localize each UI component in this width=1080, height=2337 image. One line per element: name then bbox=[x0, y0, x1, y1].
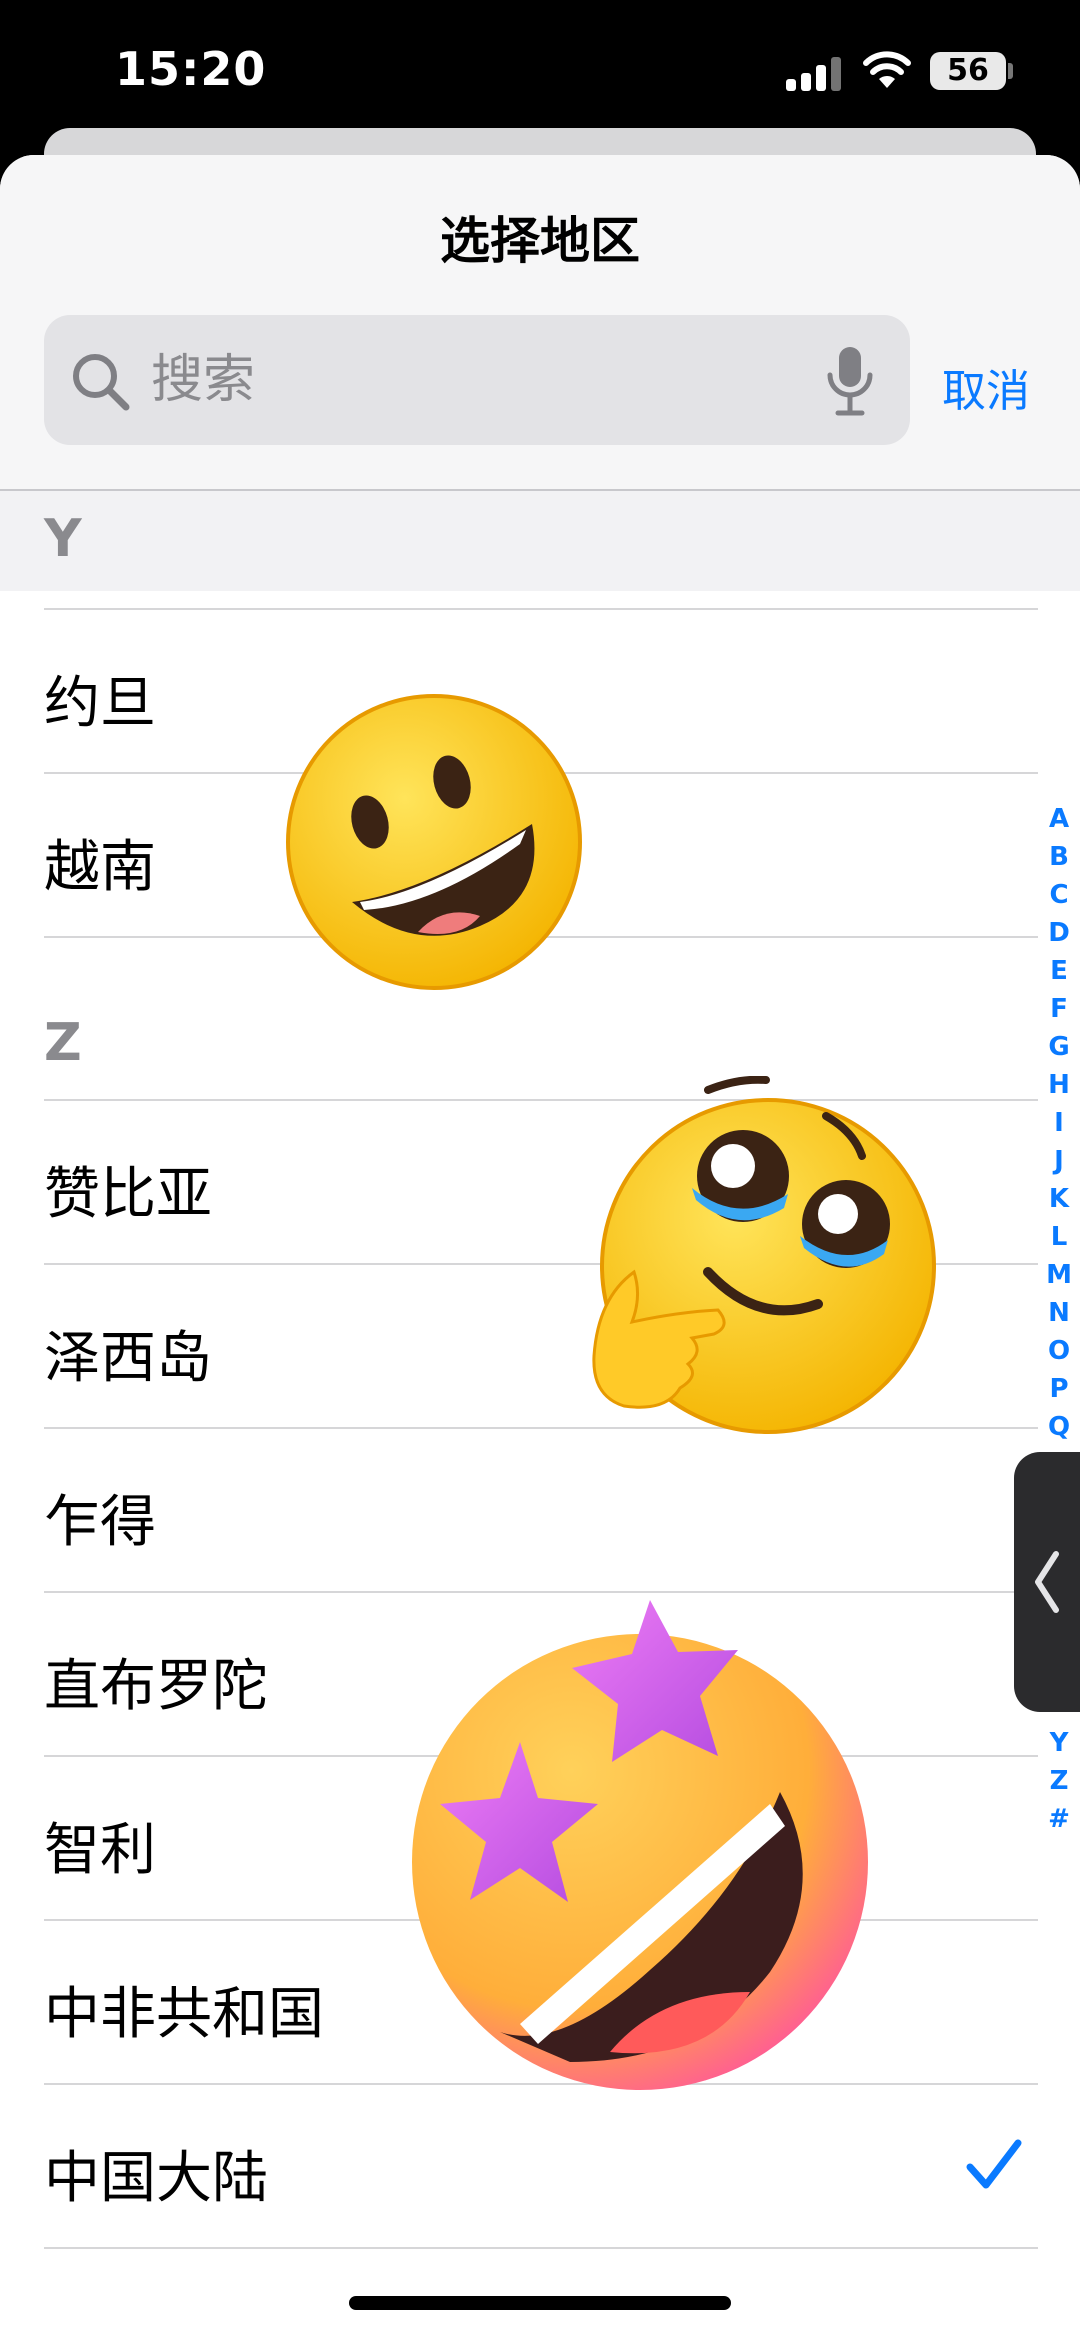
index-letter[interactable]: G bbox=[1042, 1028, 1076, 1066]
index-letter[interactable]: O bbox=[1042, 1332, 1076, 1370]
status-time: 15:20 bbox=[115, 42, 267, 96]
region-name: 智利 bbox=[44, 1818, 156, 1883]
index-letter[interactable]: E bbox=[1042, 952, 1076, 990]
region-name: 乍得 bbox=[44, 1490, 156, 1555]
index-letter[interactable]: H bbox=[1042, 1066, 1076, 1104]
index-letter[interactable]: # bbox=[1042, 1800, 1076, 1838]
index-letter[interactable]: A bbox=[1042, 800, 1076, 838]
side-drawer-handle[interactable] bbox=[1014, 1452, 1080, 1712]
region-name: 越南 bbox=[44, 835, 156, 900]
region-name: 赞比亚 bbox=[44, 1162, 212, 1227]
index-letter[interactable]: D bbox=[1042, 914, 1076, 952]
index-letter[interactable]: B bbox=[1042, 838, 1076, 876]
index-letter[interactable]: I bbox=[1042, 1104, 1076, 1142]
cancel-button[interactable]: 取消 bbox=[942, 355, 1030, 419]
search-bar[interactable] bbox=[44, 315, 910, 445]
search-icon bbox=[73, 354, 130, 411]
sheet-header: 选择地区 取消 bbox=[0, 155, 1080, 489]
section-header-z: Z bbox=[44, 1013, 82, 1073]
battery-tip bbox=[1008, 63, 1013, 79]
wifi-icon bbox=[863, 51, 911, 88]
section-header-y: Y bbox=[0, 491, 1080, 591]
index-letter[interactable]: F bbox=[1042, 990, 1076, 1028]
grinning-face-sticker bbox=[286, 694, 582, 990]
index-letter[interactable]: M bbox=[1042, 1256, 1076, 1294]
divider bbox=[44, 2247, 1038, 2249]
region-name: 泽西岛 bbox=[44, 1326, 212, 1391]
index-letter[interactable]: P bbox=[1042, 1370, 1076, 1408]
index-letter[interactable]: Z bbox=[1042, 1762, 1076, 1800]
index-letter[interactable]: N bbox=[1042, 1294, 1076, 1332]
thinking-teary-face-sticker bbox=[592, 1076, 936, 1434]
region-name: 直布罗陀 bbox=[44, 1654, 268, 1719]
battery-indicator: 56 bbox=[930, 52, 1006, 90]
cellular-signal-icon bbox=[786, 55, 842, 91]
checkmark-icon bbox=[966, 2139, 1022, 2189]
chevron-left-icon bbox=[1035, 1551, 1059, 1613]
index-letter[interactable]: C bbox=[1042, 876, 1076, 914]
region-name: 中非共和国 bbox=[44, 1982, 324, 2047]
list-item-selected[interactable]: 中国大陆 bbox=[44, 2083, 1038, 2247]
region-name: 约旦 bbox=[44, 671, 156, 736]
section-index[interactable]: ABCDEFGHIJKLMNOPQ bbox=[1042, 800, 1076, 1446]
index-letter[interactable]: Y bbox=[1042, 1724, 1076, 1762]
index-letter[interactable]: J bbox=[1042, 1142, 1076, 1180]
section-letter: Y bbox=[44, 509, 82, 569]
region-name: 中国大陆 bbox=[44, 2146, 268, 2211]
index-letter[interactable]: K bbox=[1042, 1180, 1076, 1218]
search-input[interactable] bbox=[149, 343, 753, 417]
microphone-icon[interactable] bbox=[824, 345, 876, 417]
status-bar: 15:20 56 bbox=[0, 0, 1080, 140]
home-indicator[interactable] bbox=[349, 2296, 731, 2310]
section-index-bottom[interactable]: Y Z # bbox=[1042, 1724, 1076, 1838]
list-item[interactable]: 乍得 bbox=[44, 1427, 1038, 1591]
index-letter[interactable]: L bbox=[1042, 1218, 1076, 1256]
sheet-title: 选择地区 bbox=[440, 212, 640, 270]
star-struck-face-sticker bbox=[412, 1600, 868, 2090]
index-letter[interactable]: Q bbox=[1042, 1408, 1076, 1446]
